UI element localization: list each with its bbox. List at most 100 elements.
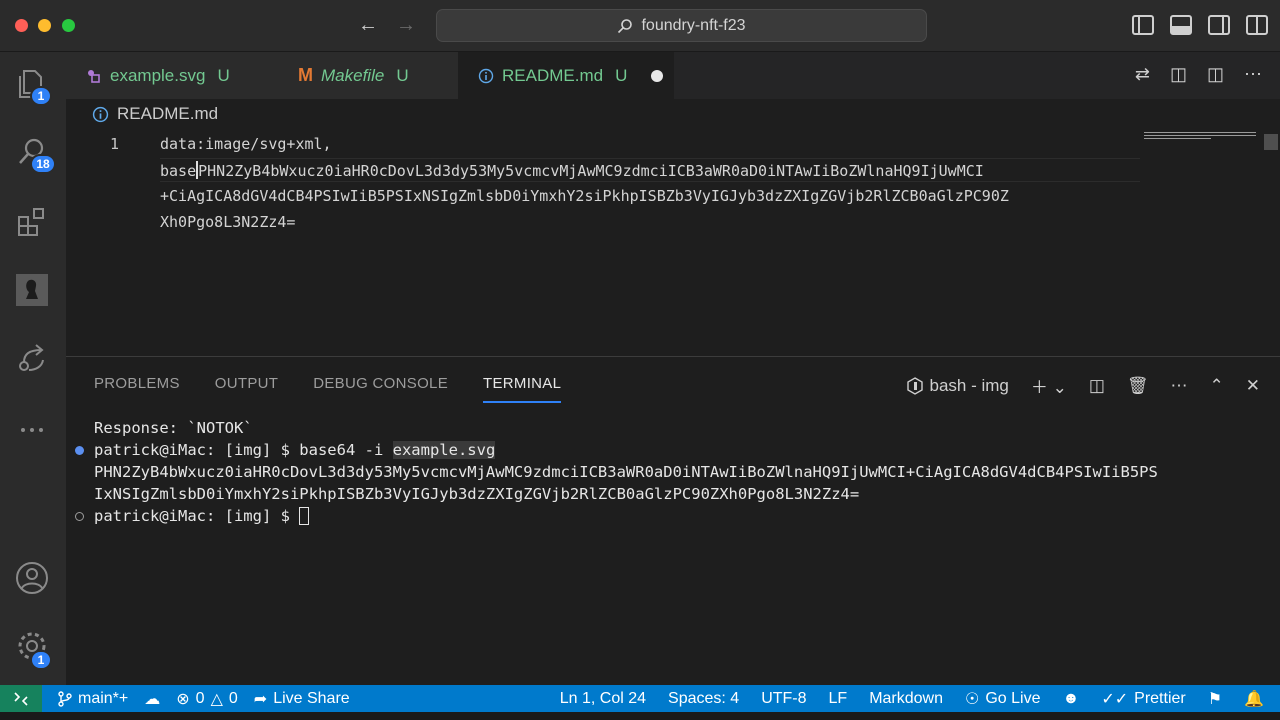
extensions-icon[interactable]	[12, 202, 52, 242]
search-badge: 18	[30, 154, 56, 174]
go-live-label: Go Live	[985, 689, 1041, 707]
terminal-line: Response: `NOTOK`	[94, 419, 253, 437]
tab-output[interactable]: OUTPUT	[215, 375, 278, 403]
search-view-icon[interactable]: 18	[12, 132, 56, 174]
code-line-1: data:image/svg+xml,	[160, 135, 332, 153]
tab-problems[interactable]: PROBLEMS	[94, 375, 180, 403]
end-of-line[interactable]: LF	[829, 690, 848, 708]
encoding[interactable]: UTF-8	[761, 690, 806, 708]
double-check-icon: ✓✓	[1101, 690, 1129, 708]
copilot-icon[interactable]: ☻	[1063, 690, 1080, 708]
info-icon	[92, 106, 109, 122]
workspace-name: foundry-nft-f23	[641, 16, 746, 34]
feedback-icon[interactable]: ⚑	[1208, 689, 1222, 709]
command-success-marker[interactable]	[75, 446, 84, 455]
sync-changes-icon[interactable]: ☁	[144, 689, 160, 709]
live-share-label: Live Share	[273, 689, 350, 707]
terminal-selector[interactable]: bash - img	[906, 376, 1009, 396]
bottom-panel: PROBLEMS OUTPUT DEBUG CONSOLE TERMINAL b…	[66, 356, 1280, 685]
terminal-cursor	[299, 507, 310, 525]
info-icon	[478, 68, 494, 83]
open-preview-side-icon[interactable]: ◫	[1170, 64, 1187, 85]
untracked-status: U	[217, 65, 230, 85]
prettier-button[interactable]: ✓✓ Prettier	[1101, 689, 1185, 709]
bash-shell-icon	[906, 376, 923, 395]
remote-indicator-icon[interactable]	[0, 685, 42, 712]
manage-gear-icon[interactable]: 1	[12, 626, 52, 670]
problems-status[interactable]: ⊗ 0 △ 0	[176, 689, 238, 709]
untracked-status: U	[615, 65, 628, 85]
prettier-label: Prettier	[1134, 689, 1186, 707]
more-actions-icon[interactable]: ⋯	[1171, 376, 1188, 396]
makefile-m-icon: M	[298, 65, 313, 85]
window-bottom-edge	[0, 712, 1280, 720]
minimize-window-button[interactable]	[38, 19, 51, 32]
more-views-icon[interactable]	[12, 406, 52, 446]
terminal-prompt: patrick@iMac: [img] $	[94, 507, 300, 525]
toggle-secondary-sidebar-icon[interactable]	[1208, 15, 1230, 35]
tab-label: Makefile	[321, 65, 385, 85]
open-changes-icon[interactable]: ⇄	[1135, 64, 1150, 85]
branch-status[interactable]: main*+	[58, 690, 128, 708]
error-icon: ⊗	[176, 690, 190, 708]
tab-debug-console[interactable]: DEBUG CONSOLE	[313, 375, 448, 403]
code-wrap-2: +CiAgICA8dGV4dCB4PSIwIiB5PSIxNSIgZmlsbD0…	[160, 187, 1009, 205]
cursor-position[interactable]: Ln 1, Col 24	[560, 690, 646, 708]
code-wrap-1: base PHN2ZyB4bWxucz0iaHR0cDovL3d3dy53My5v…	[160, 161, 984, 180]
tab-makefile[interactable]: M Makefile U	[278, 52, 458, 99]
untracked-status: U	[396, 65, 409, 85]
terminal-prompt-line: patrick@iMac: [img] $	[75, 505, 1158, 527]
terminal-prompt-command: patrick@iMac: [img] $ base64 -i	[94, 441, 393, 459]
editor-actions: ⇄ ◫ ◫ ⋯	[1135, 64, 1262, 85]
toggle-panel-icon[interactable]	[1170, 15, 1192, 35]
maximize-panel-chevron-up-icon[interactable]: ⌃	[1210, 376, 1224, 396]
explorer-icon[interactable]: 1	[12, 64, 52, 106]
breadcrumb-file[interactable]: README.md	[117, 104, 218, 124]
notifications-bell-icon[interactable]: 🔔	[1244, 689, 1264, 709]
svg-file-icon	[88, 69, 100, 83]
command-pending-marker[interactable]	[75, 512, 84, 521]
accounts-icon[interactable]	[12, 558, 52, 598]
tab-example-svg[interactable]: example.svg U	[66, 52, 278, 99]
terminal-output-line: PHN2ZyB4bWxucz0iaHR0cDovL3d3dy53My5vcmcv…	[94, 463, 1158, 481]
command-center-search[interactable]: foundry-nft-f23	[436, 9, 927, 42]
indentation[interactable]: Spaces: 4	[668, 690, 739, 708]
more-actions-icon[interactable]: ⋯	[1244, 64, 1262, 85]
tab-label: example.svg	[110, 65, 206, 85]
minimap[interactable]	[1144, 132, 1256, 140]
account-avatar-extension-icon[interactable]	[12, 270, 52, 310]
editor-tab-bar: example.svg U M Makefile U README.md U	[66, 52, 1280, 99]
status-bar-right: Ln 1, Col 24 Spaces: 4 UTF-8 LF Markdown…	[560, 685, 1264, 712]
toggle-primary-sidebar-icon[interactable]	[1132, 15, 1154, 35]
split-editor-icon[interactable]: ◫	[1207, 64, 1224, 85]
unsaved-changes-dot[interactable]	[651, 69, 664, 82]
close-panel-icon[interactable]: ✕	[1246, 376, 1260, 396]
go-back-icon[interactable]: ←	[358, 14, 378, 37]
live-share-button[interactable]: ➦ Live Share	[254, 689, 350, 709]
remote-explorer-icon[interactable]	[12, 338, 52, 378]
zoom-window-button[interactable]	[62, 19, 75, 32]
editor-scrollbar[interactable]	[1264, 134, 1278, 150]
split-terminal-icon[interactable]: ◫	[1089, 376, 1105, 396]
code-text-after-cursor: PHN2ZyB4bWxucz0iaHR0cDovL3d3dy53My5vcmcv…	[198, 162, 984, 180]
layout-controls	[1132, 15, 1268, 35]
title-bar: ← → foundry-nft-f23	[0, 0, 1280, 52]
kill-terminal-trash-icon[interactable]: 🗑	[1127, 376, 1149, 396]
language-mode[interactable]: Markdown	[869, 690, 943, 708]
git-branch-icon	[58, 690, 72, 707]
new-terminal-icon[interactable]: ＋ ⌄	[1031, 373, 1067, 398]
go-forward-icon[interactable]: →	[396, 14, 416, 37]
terminal-output[interactable]: Response: `NOTOK` patrick@iMac: [img] $ …	[75, 417, 1158, 527]
code-editor[interactable]: 1 data:image/svg+xml, base PHN2ZyB4bWxucz…	[66, 130, 1280, 356]
explorer-badge: 1	[30, 86, 52, 106]
tab-label: README.md	[502, 65, 604, 85]
settings-badge: 1	[30, 650, 52, 670]
tab-readme-md[interactable]: README.md U	[458, 52, 674, 99]
status-bar: main*+ ☁ ⊗ 0 △ 0 ➦ Live Share Ln 1, Col …	[0, 685, 1280, 712]
terminal-command-line: patrick@iMac: [img] $ base64 -i example.…	[75, 439, 1158, 461]
customize-layout-icon[interactable]	[1246, 15, 1268, 35]
tab-terminal[interactable]: TERMINAL	[483, 375, 562, 403]
close-window-button[interactable]	[15, 19, 28, 32]
code-wrap-3: Xh0Pgo8L3N2Zz4=	[160, 213, 296, 231]
go-live-button[interactable]: ☉ Go Live	[965, 689, 1040, 709]
